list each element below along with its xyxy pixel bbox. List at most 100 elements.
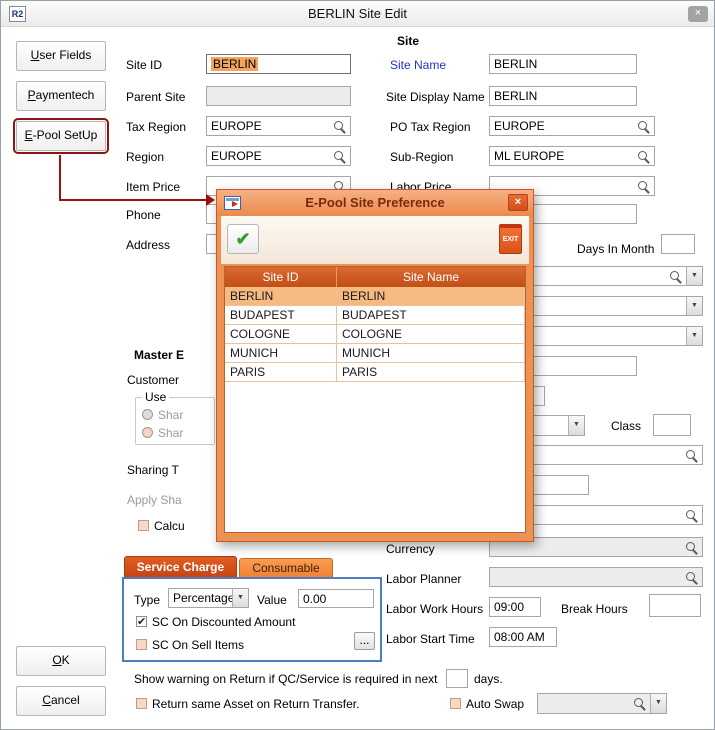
use-group-label: Use xyxy=(142,390,169,404)
epool-setup-button[interactable]: E-Pool SetUp xyxy=(16,121,106,151)
share-radio-1 xyxy=(142,409,153,420)
tab-service-charge[interactable]: Service Charge xyxy=(124,556,237,578)
popup-close-icon[interactable]: × xyxy=(508,194,528,211)
connector-line-horizontal xyxy=(59,199,207,201)
labor-start-time-field[interactable]: 08:00 AM xyxy=(489,627,557,647)
table-row-paris[interactable]: PARIS PARIS xyxy=(225,363,525,382)
connector-line-vertical xyxy=(59,155,61,200)
currency-lookup-icon[interactable] xyxy=(685,541,698,554)
sc-type-label: Type xyxy=(134,593,160,607)
class-field[interactable] xyxy=(653,414,691,436)
calculate-checkbox[interactable] xyxy=(138,520,149,531)
share-radio-2-label: Shar xyxy=(158,426,183,440)
tax-region-lookup-icon[interactable] xyxy=(333,120,346,133)
table-row-munich[interactable]: MUNICH MUNICH xyxy=(225,344,525,363)
site-display-name-label: Site Display Name xyxy=(386,90,485,104)
po-tax-region-lookup-icon[interactable] xyxy=(637,120,650,133)
exit-button[interactable]: EXIT xyxy=(499,224,522,254)
site-id-field[interactable]: BERLIN xyxy=(206,54,351,74)
site-name-field[interactable]: BERLIN xyxy=(489,54,637,74)
share-radio-2 xyxy=(142,427,153,438)
region-lookup-icon[interactable] xyxy=(333,150,346,163)
auto-swap-label: Auto Swap xyxy=(466,697,524,711)
epool-site-preference-dialog: E-Pool Site Preference × ✔ EXIT Site ID … xyxy=(216,189,534,542)
table-row-berlin[interactable]: BERLIN BERLIN xyxy=(225,287,525,306)
paymentech-label: Paymentech xyxy=(17,82,105,109)
parent-site-label: Parent Site xyxy=(126,90,185,104)
site-id-column-header[interactable]: Site ID xyxy=(225,267,337,287)
site-name-label: Site Name xyxy=(390,58,446,72)
cancel-button[interactable]: Cancel xyxy=(16,686,106,716)
sharing-type-label: Sharing T xyxy=(127,463,179,477)
labor-planner-lookup-icon[interactable] xyxy=(685,571,698,584)
close-icon[interactable]: × xyxy=(688,6,708,22)
site-section-header: Site xyxy=(397,34,419,48)
region-field[interactable]: EUROPE xyxy=(206,146,351,166)
tax-region-value: EUROPE xyxy=(211,119,262,133)
labor-start-time-value: 08:00 AM xyxy=(494,630,545,644)
po-tax-region-value: EUROPE xyxy=(494,119,545,133)
sc-more-button[interactable]: ... xyxy=(354,632,375,650)
class-label: Class xyxy=(611,419,641,433)
sc-value-label: Value xyxy=(257,593,287,607)
chevron-down-icon[interactable]: ▼ xyxy=(686,267,702,285)
tab-consumable[interactable]: Consumable xyxy=(239,558,333,578)
po-tax-region-field[interactable]: EUROPE xyxy=(489,116,655,136)
user-fields-button[interactable]: User Fields xyxy=(16,41,106,71)
chevron-down-icon[interactable]: ▼ xyxy=(232,589,248,607)
window-title: BERLIN Site Edit xyxy=(1,1,714,27)
title-bar: R2 BERLIN Site Edit × xyxy=(1,1,714,27)
sub-region-lookup-icon[interactable] xyxy=(637,150,650,163)
tax-region-field[interactable]: EUROPE xyxy=(206,116,351,136)
cell-site-name: MUNICH xyxy=(337,344,525,362)
sc-value: 0.00 xyxy=(303,592,326,606)
sc-type-combo[interactable]: Percentage ▼ xyxy=(168,588,249,608)
auto-swap-checkbox[interactable] xyxy=(450,698,461,709)
check-icon: ✔ xyxy=(235,229,250,249)
chevron-down-icon[interactable]: ▼ xyxy=(686,297,702,315)
share-radio-1-label: Shar xyxy=(158,408,183,422)
sub-region-field[interactable]: ML EUROPE xyxy=(489,146,655,166)
lookup-icon[interactable] xyxy=(685,449,698,462)
sc-value-field[interactable]: 0.00 xyxy=(298,589,374,608)
site-display-name-field[interactable]: BERLIN xyxy=(489,86,637,106)
labor-price-lookup-icon[interactable] xyxy=(637,180,650,193)
warning-days-field[interactable] xyxy=(446,669,468,688)
ok-button[interactable]: OK xyxy=(16,646,106,676)
cell-site-id: PARIS xyxy=(225,363,337,381)
sc-sell-items-checkbox[interactable] xyxy=(136,639,147,650)
cell-site-name: COLOGNE xyxy=(337,325,525,343)
table-row-cologne[interactable]: COLOGNE COLOGNE xyxy=(225,325,525,344)
break-hours-field[interactable] xyxy=(649,594,701,617)
lookup-icon[interactable] xyxy=(685,509,698,522)
chevron-down-icon[interactable]: ▼ xyxy=(686,327,702,345)
master-section-label: Master E xyxy=(134,348,184,362)
user-fields-label: User Fields xyxy=(17,42,105,69)
return-warning-text: Show warning on Return if QC/Service is … xyxy=(134,672,437,686)
table-row-budapest[interactable]: BUDAPEST BUDAPEST xyxy=(225,306,525,325)
lookup-icon[interactable] xyxy=(669,270,682,283)
chevron-down-icon[interactable]: ▼ xyxy=(650,694,666,713)
cell-site-name: PARIS xyxy=(337,363,525,381)
accept-button[interactable]: ✔ xyxy=(227,224,259,254)
site-edit-window: R2 BERLIN Site Edit × User Fields Paymen… xyxy=(0,0,715,730)
labor-work-hours-field[interactable]: 09:00 xyxy=(489,597,541,617)
sc-discounted-checkbox[interactable] xyxy=(136,616,147,627)
site-table: Site ID Site Name BERLIN BERLIN BUDAPEST… xyxy=(224,266,526,533)
customer-label: Customer xyxy=(127,373,179,387)
return-same-asset-label: Return same Asset on Return Transfer. xyxy=(152,697,359,711)
days-in-month-field[interactable] xyxy=(661,234,695,254)
chevron-down-icon[interactable]: ▼ xyxy=(568,416,584,435)
popup-title-bar: E-Pool Site Preference × xyxy=(217,190,533,216)
site-name-column-header[interactable]: Site Name xyxy=(337,267,525,287)
cell-site-name: BUDAPEST xyxy=(337,306,525,324)
auto-swap-lookup-icon[interactable] xyxy=(633,697,646,710)
paymentech-button[interactable]: Paymentech xyxy=(16,81,106,111)
region-label: Region xyxy=(126,150,164,164)
return-same-asset-checkbox[interactable] xyxy=(136,698,147,709)
site-table-header: Site ID Site Name xyxy=(225,267,525,287)
cell-site-id: BERLIN xyxy=(225,287,337,305)
labor-planner-field xyxy=(489,567,703,587)
labor-planner-label: Labor Planner xyxy=(386,572,461,586)
auto-swap-combo[interactable]: ▼ xyxy=(537,693,667,714)
